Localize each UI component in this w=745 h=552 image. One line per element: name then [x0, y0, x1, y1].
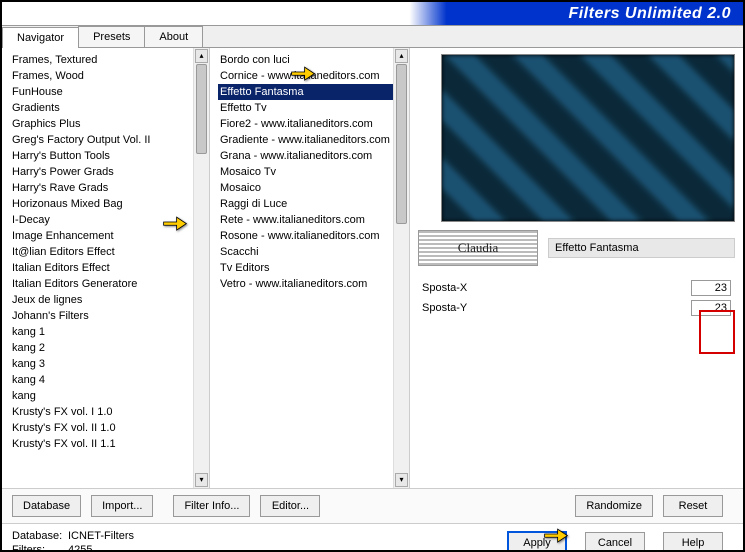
cancel-button[interactable]: Cancel: [585, 532, 645, 552]
filters-label: Filters:: [12, 544, 68, 552]
category-item[interactable]: Harry's Rave Grads: [10, 180, 207, 196]
scroll-down-icon[interactable]: ▾: [195, 473, 208, 487]
database-label: Database:: [12, 530, 68, 542]
filter-item[interactable]: Scacchi: [218, 244, 407, 260]
param-row: Sposta-Y: [418, 298, 735, 318]
filter-item[interactable]: Effetto Tv: [218, 100, 407, 116]
category-item[interactable]: Krusty's FX vol. I 1.0: [10, 404, 207, 420]
preview-column: Claudia Effetto Fantasma Sposta-XSposta-…: [410, 48, 743, 488]
param-label: Sposta-X: [422, 282, 467, 294]
filter-item[interactable]: Vetro - www.italianeditors.com: [218, 276, 407, 292]
category-item[interactable]: kang 3: [10, 356, 207, 372]
category-item[interactable]: kang 1: [10, 324, 207, 340]
scroll-up-icon[interactable]: ▴: [195, 49, 208, 63]
scroll-thumb[interactable]: [196, 64, 207, 154]
tab-strip: Navigator Presets About: [2, 26, 743, 48]
category-item[interactable]: FunHouse: [10, 84, 207, 100]
category-item[interactable]: Greg's Factory Output Vol. II: [10, 132, 207, 148]
category-item[interactable]: Italian Editors Generatore: [10, 276, 207, 292]
category-item[interactable]: Gradients: [10, 100, 207, 116]
category-item[interactable]: Harry's Button Tools: [10, 148, 207, 164]
filter-window: Filters Unlimited 2.0 Navigator Presets …: [0, 0, 745, 552]
category-item[interactable]: kang: [10, 388, 207, 404]
category-item[interactable]: Johann's Filters: [10, 308, 207, 324]
filter-header-row: Claudia Effetto Fantasma: [418, 228, 735, 268]
pointer-hand-icon: [162, 212, 188, 232]
toolbar-row: Database Import... Filter Info... Editor…: [2, 488, 743, 523]
author-logo: Claudia: [418, 230, 538, 266]
category-item[interactable]: Graphics Plus: [10, 116, 207, 132]
category-scrollbar[interactable]: ▴ ▾: [193, 48, 209, 488]
help-button[interactable]: Help: [663, 532, 723, 552]
filter-column: Bordo con luciCornice - www.italianedito…: [210, 48, 410, 488]
category-item[interactable]: kang 4: [10, 372, 207, 388]
status-filters: Filters: 4255: [12, 544, 134, 552]
filter-item[interactable]: Rosone - www.italianeditors.com: [218, 228, 407, 244]
content-area: Frames, TexturedFrames, WoodFunHouseGrad…: [2, 48, 743, 488]
filter-item[interactable]: Tv Editors: [218, 260, 407, 276]
filter-item[interactable]: Gradiente - www.italianeditors.com: [218, 132, 407, 148]
status-database: Database: ICNET-Filters: [12, 530, 134, 542]
param-row: Sposta-X: [418, 278, 735, 298]
reset-button[interactable]: Reset: [663, 495, 723, 517]
tab-navigator[interactable]: Navigator: [2, 27, 79, 48]
filter-item[interactable]: Mosaico: [218, 180, 407, 196]
param-label: Sposta-Y: [422, 302, 467, 314]
preview-image: [441, 54, 735, 222]
category-item[interactable]: Horizonaus Mixed Bag: [10, 196, 207, 212]
category-item[interactable]: Italian Editors Effect: [10, 260, 207, 276]
filter-list[interactable]: Bordo con luciCornice - www.italianedito…: [210, 48, 409, 488]
category-item[interactable]: Jeux de lignes: [10, 292, 207, 308]
randomize-button[interactable]: Randomize: [575, 495, 653, 517]
database-button[interactable]: Database: [12, 495, 81, 517]
status-info: Database: ICNET-Filters Filters: 4255: [12, 530, 134, 552]
filter-item[interactable]: Rete - www.italianeditors.com: [218, 212, 407, 228]
category-item[interactable]: Krusty's FX vol. II 1.0: [10, 420, 207, 436]
param-input[interactable]: [691, 280, 731, 296]
titlebar: Filters Unlimited 2.0: [2, 2, 743, 26]
pointer-hand-icon: [543, 524, 569, 544]
filters-value: 4255: [68, 544, 92, 552]
filter-scrollbar[interactable]: ▴ ▾: [393, 48, 409, 488]
tab-presets[interactable]: Presets: [78, 26, 145, 47]
parameter-panel: Sposta-X Sposta-Y: [418, 278, 735, 318]
category-item[interactable]: Harry's Power Grads: [10, 164, 207, 180]
window-title: Filters Unlimited 2.0: [568, 5, 731, 23]
selected-filter-name: Effetto Fantasma: [548, 238, 735, 258]
editor-button[interactable]: Editor...: [260, 495, 320, 517]
import-button[interactable]: Import...: [91, 495, 153, 517]
filter-item[interactable]: Mosaico Tv: [218, 164, 407, 180]
filter-item[interactable]: Raggi di Luce: [218, 196, 407, 212]
category-item[interactable]: It@lian Editors Effect: [10, 244, 207, 260]
scroll-down-icon[interactable]: ▾: [395, 473, 408, 487]
category-list[interactable]: Frames, TexturedFrames, WoodFunHouseGrad…: [2, 48, 209, 488]
filter-item[interactable]: Fiore2 - www.italianeditors.com: [218, 116, 407, 132]
footer-buttons: Apply Cancel Help: [507, 531, 733, 552]
category-item[interactable]: Frames, Wood: [10, 68, 207, 84]
statusbar: Database: ICNET-Filters Filters: 4255 Ap…: [2, 523, 743, 552]
category-item[interactable]: Krusty's FX vol. II 1.1: [10, 436, 207, 452]
filter-item[interactable]: Effetto Fantasma: [218, 84, 407, 100]
filter-info-button[interactable]: Filter Info...: [173, 495, 250, 517]
scroll-thumb[interactable]: [396, 64, 407, 224]
preview-render: [442, 55, 734, 221]
pointer-hand-icon: [290, 62, 316, 82]
category-item[interactable]: Frames, Textured: [10, 52, 207, 68]
tab-about[interactable]: About: [144, 26, 203, 47]
category-column: Frames, TexturedFrames, WoodFunHouseGrad…: [2, 48, 210, 488]
category-item[interactable]: kang 2: [10, 340, 207, 356]
filter-item[interactable]: Grana - www.italianeditors.com: [218, 148, 407, 164]
value-highlight-box: [699, 310, 735, 354]
scroll-up-icon[interactable]: ▴: [395, 49, 408, 63]
database-value: ICNET-Filters: [68, 530, 134, 542]
